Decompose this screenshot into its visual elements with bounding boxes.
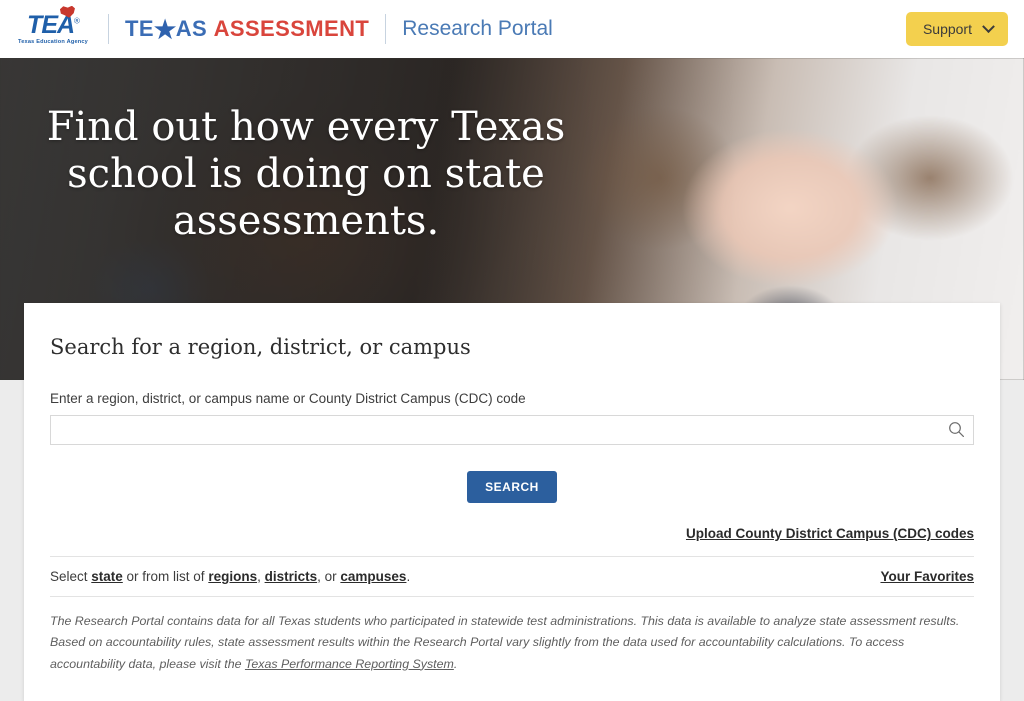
your-favorites-link[interactable]: Your Favorites: [880, 569, 974, 584]
hero-heading: Find out how every Texas school is doing…: [46, 104, 566, 244]
search-input-wrapper: [50, 415, 974, 445]
star-icon: ★: [153, 15, 177, 44]
search-card-title: Search for a region, district, or campus: [50, 335, 471, 359]
wordmark-assessment: ASSESSMENT: [213, 16, 370, 41]
wordmark-as: AS: [175, 16, 208, 41]
upload-cdc-codes-link[interactable]: Upload County District Campus (CDC) code…: [686, 526, 974, 541]
support-button-label: Support: [922, 21, 972, 37]
search-card: Search for a region, district, or campus…: [24, 303, 1000, 701]
disclaimer-part-2: .: [453, 656, 458, 671]
chevron-down-icon: [982, 19, 995, 33]
support-button[interactable]: Support: [905, 12, 1008, 46]
select-scope-row: Select state or from list of regions, di…: [50, 557, 974, 596]
disclaimer-text: The Research Portal contains data for al…: [50, 597, 974, 675]
link-regions[interactable]: regions: [208, 569, 257, 584]
search-button-row: SEARCH: [50, 471, 974, 503]
select-suffix: .: [406, 569, 411, 584]
site-header: TEA® Texas Education Agency TE ★ AS ASSESS…: [0, 0, 1024, 58]
select-middle: or from list of: [122, 569, 209, 584]
texas-assessment-wordmark[interactable]: TE ★ AS ASSESSMENT: [125, 16, 369, 42]
tea-logo-mark: TEA®: [27, 5, 80, 38]
select-sep-1: ,: [257, 569, 265, 584]
select-prefix: Select: [50, 569, 92, 584]
link-state[interactable]: state: [91, 569, 123, 584]
tea-logo[interactable]: TEA® Texas Education Agency: [18, 5, 92, 46]
upload-link-row: Upload County District Campus (CDC) code…: [50, 525, 974, 543]
brand-row: TEA® Texas Education Agency TE ★ AS ASSESS…: [18, 0, 553, 58]
select-scope-text: Select state or from list of regions, di…: [50, 569, 410, 584]
search-button[interactable]: SEARCH: [467, 471, 557, 503]
tea-registered-mark: ®: [74, 16, 80, 26]
tprs-link[interactable]: Texas Performance Reporting System: [245, 657, 454, 671]
link-districts[interactable]: districts: [265, 569, 318, 584]
header-divider-2: [385, 14, 387, 44]
select-sep-2: , or: [317, 569, 341, 584]
portal-title: Research Portal: [402, 17, 553, 40]
link-campuses[interactable]: campuses: [340, 569, 406, 584]
tea-logo-subtitle: Texas Education Agency: [18, 38, 88, 45]
search-field-label: Enter a region, district, or campus name…: [50, 391, 526, 406]
disclaimer-part-1: The Research Portal contains data for al…: [50, 614, 960, 671]
wordmark-te: TE: [125, 16, 154, 41]
search-input[interactable]: [50, 415, 974, 445]
header-divider-1: [108, 14, 109, 44]
